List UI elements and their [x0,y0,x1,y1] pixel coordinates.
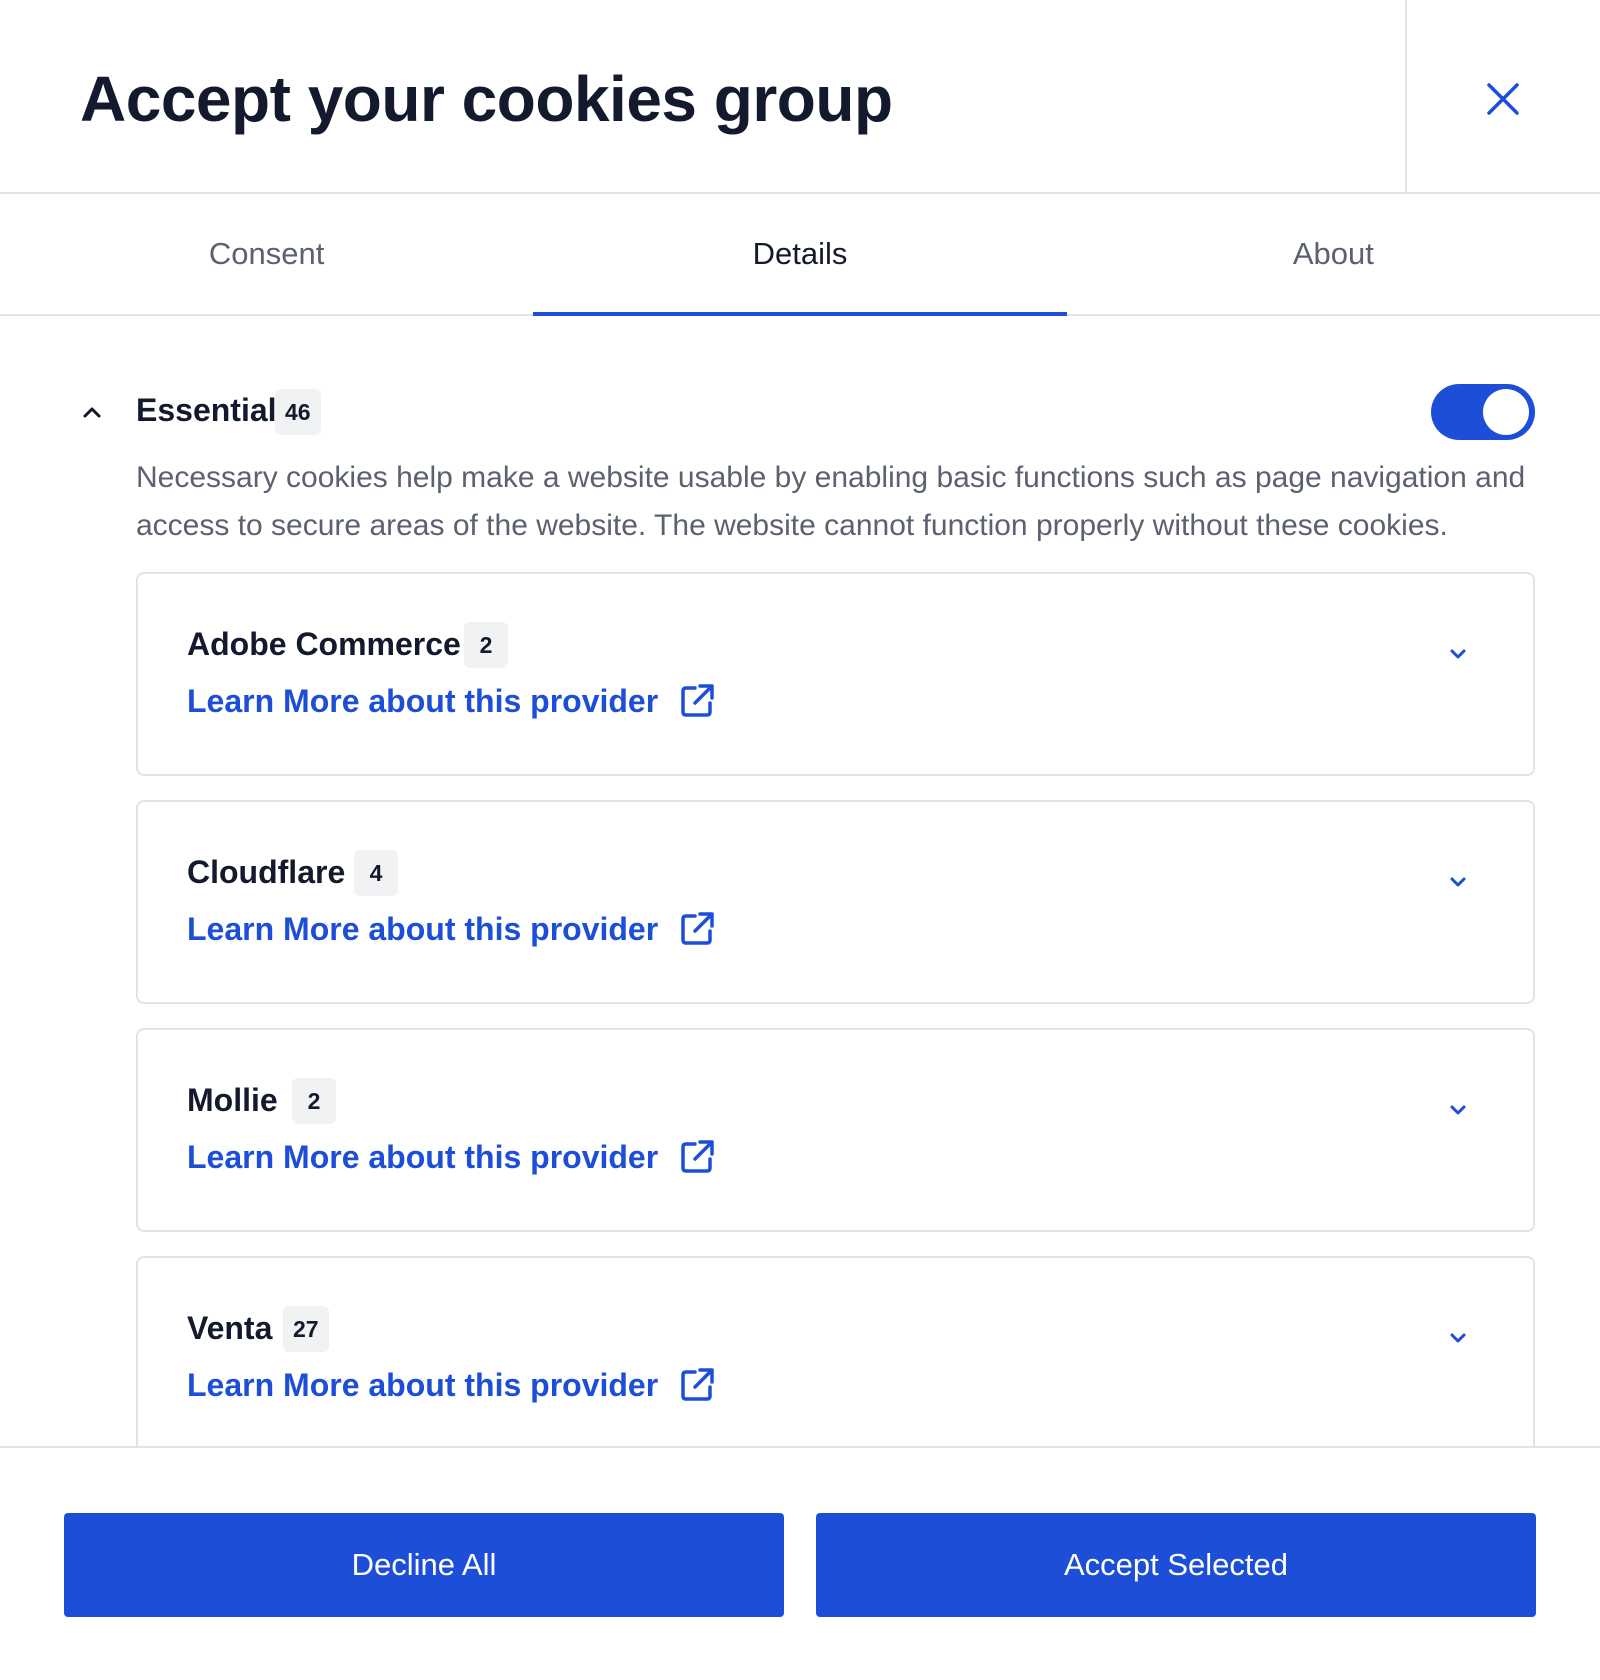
chevron-down-icon [1450,1333,1466,1343]
tab-details[interactable]: Details [533,194,1067,316]
expand-provider-button[interactable] [1442,1094,1474,1126]
accept-selected-button[interactable]: Accept Selected [816,1513,1536,1617]
tab-consent[interactable]: Consent [0,194,533,314]
provider-card-mollie: Mollie 2 Learn More about this provider [136,1028,1535,1232]
header-divider [1405,0,1407,194]
decline-all-button[interactable]: Decline All [64,1513,784,1617]
external-link-icon [681,1368,714,1401]
provider-card-venta: Venta 27 Learn More about this provider [136,1256,1535,1446]
close-button[interactable] [1470,66,1536,132]
details-panel[interactable]: Essential 46 Necessary cookies help make… [0,316,1600,1446]
provider-name: Venta [187,1310,273,1346]
learn-more-label: Learn More about this provider [187,910,659,947]
learn-more-link[interactable]: Learn More about this provider [187,682,716,720]
group-cookie-count-badge: 46 [275,389,321,435]
provider-name: Adobe Commerce [187,626,461,662]
provider-cookie-count-badge: 2 [292,1078,336,1124]
expand-provider-button[interactable] [1442,638,1474,670]
learn-more-label: Learn More about this provider [187,1138,659,1175]
toggle-knob [1483,389,1529,435]
provider-cookie-count-badge: 27 [283,1306,329,1352]
group-description: Necessary cookies help make a website us… [136,461,1526,542]
learn-more-link[interactable]: Learn More about this provider [187,1138,716,1176]
external-link-icon [681,1140,714,1173]
group-header-essential: Essential 46 [0,384,1600,440]
chevron-down-icon [1450,877,1466,887]
chevron-down-icon [1450,649,1466,659]
expand-provider-button[interactable] [1442,866,1474,898]
provider-card-cloudflare: Cloudflare 4 Learn More about this provi… [136,800,1535,1004]
learn-more-label: Learn More about this provider [187,1366,659,1403]
expand-provider-button[interactable] [1442,1322,1474,1354]
cookie-consent-dialog: Accept your cookies group Consent Detail… [0,0,1600,1680]
learn-more-link[interactable]: Learn More about this provider [187,910,716,948]
chevron-up-icon [83,407,101,418]
dialog-footer: Decline All Accept Selected [0,1446,1600,1680]
provider-cookie-count-badge: 4 [354,850,398,896]
tab-bar: Consent Details About [0,194,1600,316]
provider-card-adobe-commerce: Adobe Commerce 2 Learn More about this p… [136,572,1535,776]
provider-name: Mollie [187,1082,278,1118]
learn-more-link[interactable]: Learn More about this provider [187,1366,716,1404]
dialog-title: Accept your cookies group [80,63,893,135]
external-link-icon [681,684,714,717]
group-title: Essential [136,392,277,428]
provider-cookie-count-badge: 2 [464,622,508,668]
collapse-group-button[interactable] [72,392,112,432]
close-icon [1487,83,1519,115]
essential-toggle[interactable] [1431,384,1535,440]
dialog-header: Accept your cookies group [0,0,1600,194]
learn-more-label: Learn More about this provider [187,682,659,719]
tab-about[interactable]: About [1067,194,1600,314]
external-link-icon [681,912,714,945]
chevron-down-icon [1450,1105,1466,1115]
provider-name: Cloudflare [187,854,346,890]
